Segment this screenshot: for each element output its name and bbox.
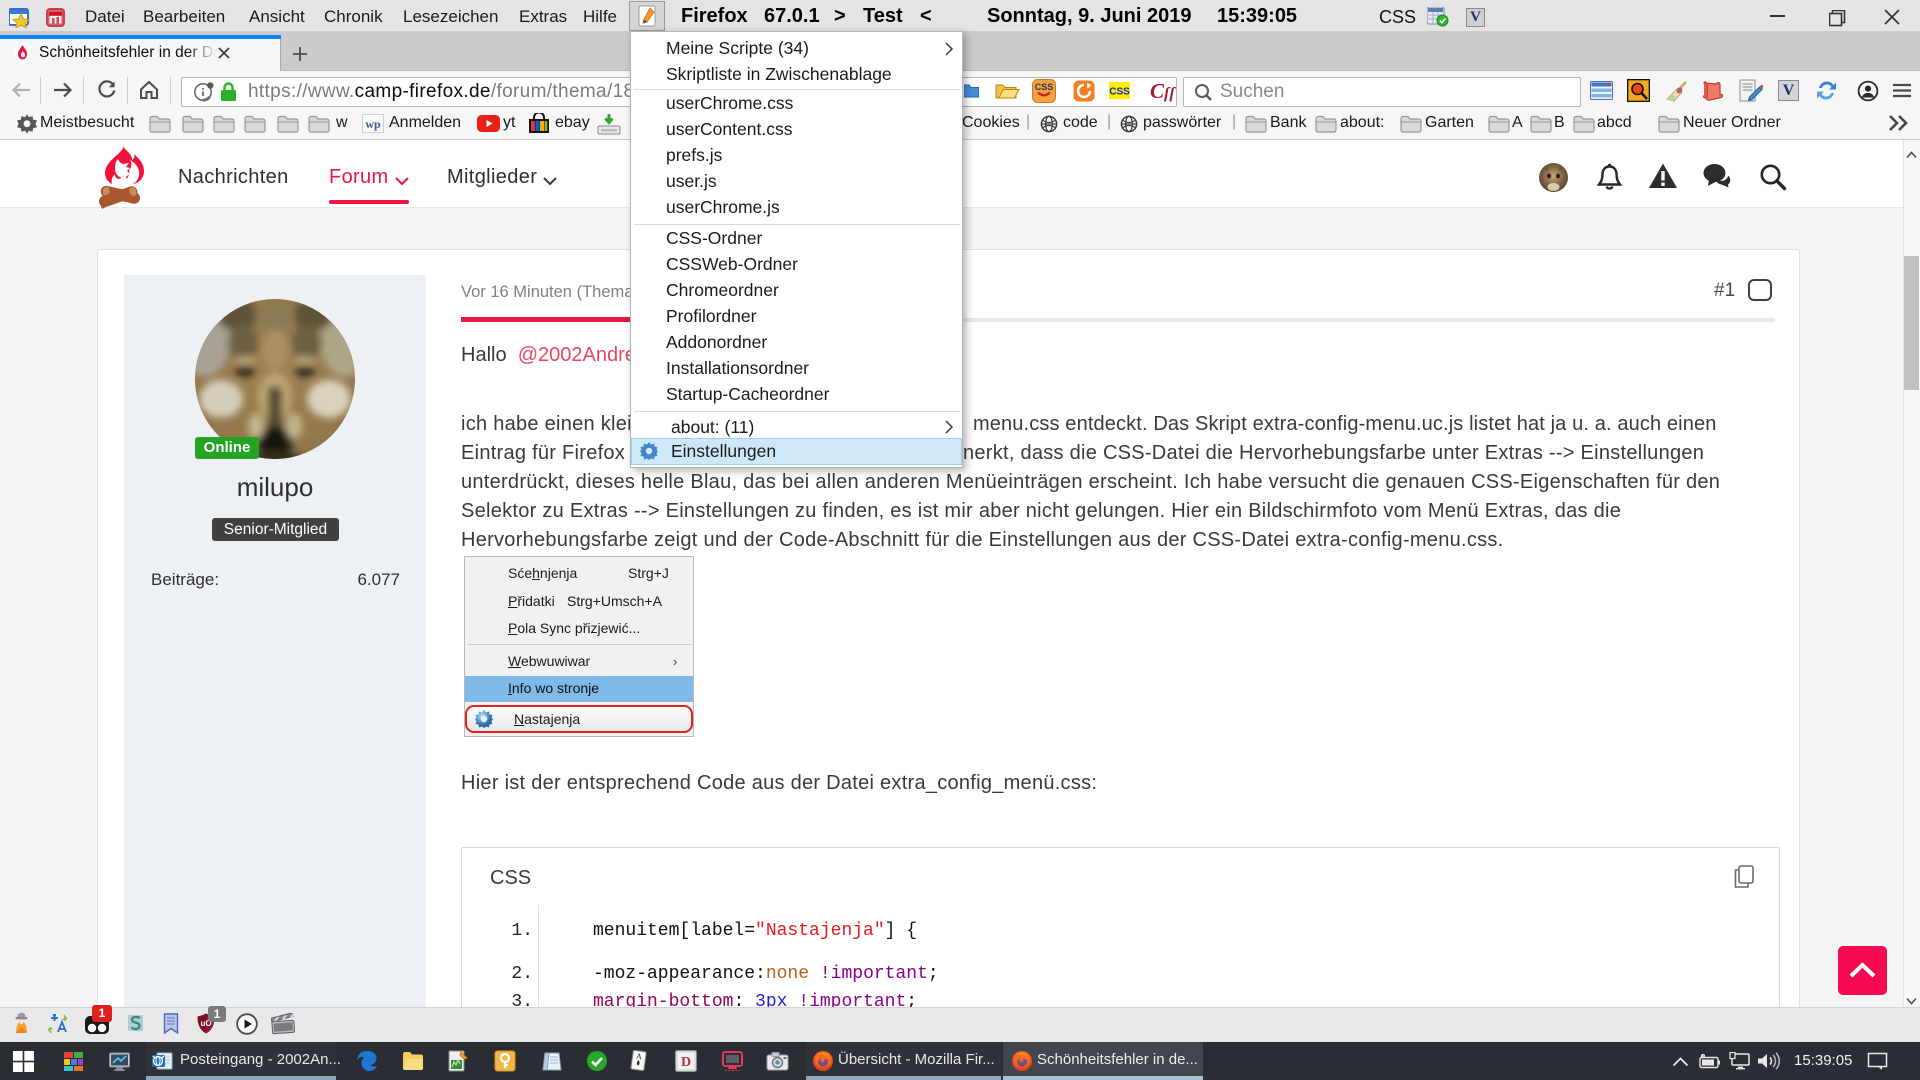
svg-text:CSS: CSS [1035,82,1054,92]
svg-text:CSS: CSS [1109,87,1130,98]
svg-text:D: D [681,1055,691,1070]
